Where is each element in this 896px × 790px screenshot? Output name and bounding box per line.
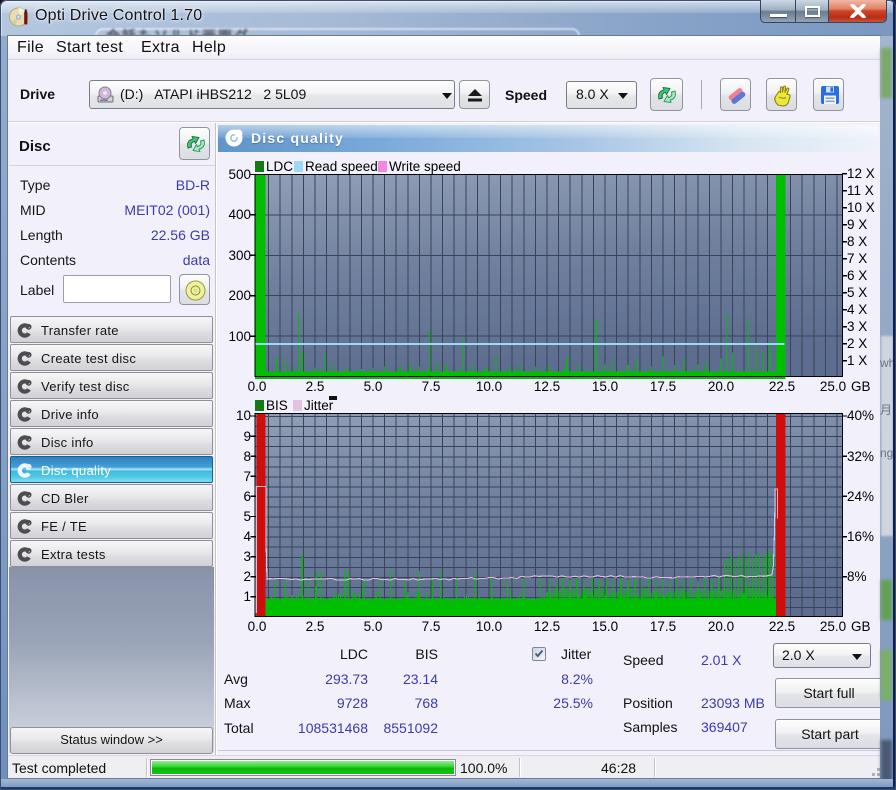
- svg-text:400: 400: [228, 207, 251, 222]
- svg-text:GB: GB: [851, 619, 871, 634]
- svg-text:8: 8: [243, 449, 251, 464]
- svg-text:5.0: 5.0: [364, 379, 383, 394]
- svg-text:10: 10: [236, 408, 251, 423]
- svg-text:17.5: 17.5: [650, 619, 676, 634]
- svg-text:4 X: 4 X: [847, 302, 867, 317]
- svg-text:100: 100: [228, 329, 251, 344]
- svg-text:20.0: 20.0: [708, 619, 734, 634]
- svg-text:Read speed: Read speed: [305, 159, 378, 174]
- svg-text:3: 3: [243, 549, 251, 564]
- svg-text:20.0: 20.0: [708, 379, 734, 394]
- svg-text:8%: 8%: [847, 569, 867, 584]
- svg-text:11 X: 11 X: [847, 183, 874, 198]
- svg-text:5: 5: [243, 509, 251, 524]
- svg-text:6 X: 6 X: [847, 268, 867, 283]
- svg-text:15.0: 15.0: [592, 619, 618, 634]
- svg-text:300: 300: [228, 248, 251, 263]
- svg-text:32%: 32%: [847, 449, 874, 464]
- svg-text:0.0: 0.0: [248, 379, 267, 394]
- svg-text:16%: 16%: [847, 529, 874, 544]
- svg-text:7: 7: [243, 469, 251, 484]
- svg-text:2: 2: [243, 569, 251, 584]
- svg-text:5.0: 5.0: [364, 619, 383, 634]
- svg-text:10 X: 10 X: [847, 200, 875, 215]
- svg-text:9: 9: [243, 429, 251, 444]
- svg-text:Write speed: Write speed: [389, 159, 461, 174]
- svg-text:10.0: 10.0: [476, 619, 502, 634]
- svg-text:BIS: BIS: [266, 398, 288, 413]
- svg-text:12.5: 12.5: [534, 619, 560, 634]
- svg-text:10.0: 10.0: [476, 379, 502, 394]
- svg-text:2 X: 2 X: [847, 336, 867, 351]
- svg-text:7 X: 7 X: [847, 251, 867, 266]
- svg-text:25.0: 25.0: [820, 619, 846, 634]
- svg-text:9 X: 9 X: [847, 217, 867, 232]
- svg-text:0.0: 0.0: [248, 619, 267, 634]
- svg-text:22.5: 22.5: [769, 619, 795, 634]
- svg-text:17.5: 17.5: [650, 379, 676, 394]
- svg-text:3 X: 3 X: [847, 319, 867, 334]
- svg-text:8 X: 8 X: [847, 234, 867, 249]
- svg-text:2.5: 2.5: [306, 619, 325, 634]
- svg-text:1 X: 1 X: [847, 353, 867, 368]
- svg-text:25.0: 25.0: [820, 379, 846, 394]
- svg-text:LDC: LDC: [266, 159, 293, 174]
- svg-text:24%: 24%: [847, 489, 874, 504]
- svg-text:4: 4: [243, 529, 251, 544]
- svg-text:Jitter: Jitter: [304, 398, 334, 413]
- svg-text:5 X: 5 X: [847, 285, 867, 300]
- svg-text:12 X: 12 X: [847, 166, 875, 181]
- svg-text:7.5: 7.5: [422, 379, 441, 394]
- svg-text:40%: 40%: [847, 408, 874, 423]
- svg-text:12.5: 12.5: [534, 379, 560, 394]
- svg-text:200: 200: [228, 288, 251, 303]
- svg-text:500: 500: [228, 167, 251, 182]
- svg-text:15.0: 15.0: [592, 379, 618, 394]
- svg-text:22.5: 22.5: [769, 379, 795, 394]
- svg-text:6: 6: [243, 489, 251, 504]
- svg-text:GB: GB: [851, 379, 871, 394]
- svg-text:1: 1: [243, 589, 251, 604]
- svg-text:2.5: 2.5: [306, 379, 325, 394]
- svg-text:7.5: 7.5: [422, 619, 441, 634]
